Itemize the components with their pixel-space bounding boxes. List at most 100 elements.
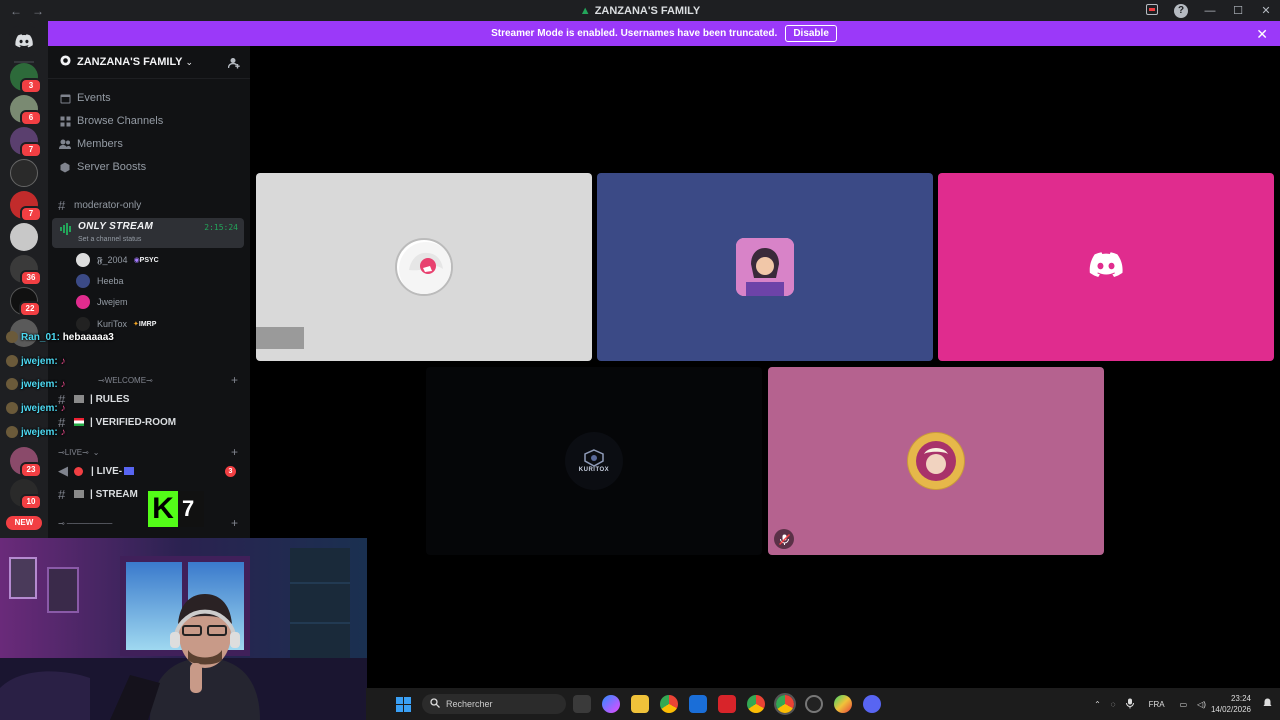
channel-status-prompt[interactable]: Set a channel status <box>78 236 141 243</box>
display-icon[interactable]: ▭ <box>1180 700 1188 709</box>
inbox-icon[interactable] <box>1138 3 1166 18</box>
server-badge-icon <box>60 53 71 71</box>
mic-icon[interactable] <box>1125 698 1134 711</box>
avatar <box>76 295 90 309</box>
language-indicator[interactable]: FRA <box>1149 700 1165 709</box>
menu-members[interactable]: Members <box>58 137 123 151</box>
clock-time: 23:24 <box>1230 694 1251 703</box>
channel-live[interactable]: ◀ | LIVE- 3 <box>58 462 242 480</box>
file-explorer-icon[interactable] <box>631 695 649 713</box>
notification-icon[interactable] <box>1263 698 1272 710</box>
category-live[interactable]: ⊸ LIVE ⊸ ⌄ + <box>58 445 242 459</box>
voice-user-3[interactable]: Jwejem <box>76 293 128 311</box>
server-icon-3[interactable]: 7 <box>10 127 42 158</box>
maximize-button[interactable]: ☐ <box>1224 4 1252 17</box>
menu-server-boosts[interactable]: Server Boosts <box>58 160 146 174</box>
chat-emote-icon: ♪ <box>60 378 66 390</box>
voice-channel-timer: 2:15:24 <box>204 223 238 232</box>
wps-icon[interactable] <box>718 695 736 713</box>
text-channel-icon: # <box>58 197 66 213</box>
chat-emote-icon: ♪ <box>60 355 66 367</box>
volume-icon[interactable]: ◁) <box>1197 700 1206 709</box>
app-icon-colorful[interactable] <box>834 695 852 713</box>
server-badge: 6 <box>20 110 42 126</box>
obs-icon[interactable] <box>805 695 823 713</box>
disable-button[interactable]: Disable <box>785 25 837 42</box>
forward-button[interactable]: → <box>32 4 44 18</box>
chat-overlay: Ran_01: hebaaaaa3 jwejem: ♪ jwejem: ♪ jw… <box>0 327 250 440</box>
add-channel-icon[interactable]: + <box>231 445 238 459</box>
calendar-icon <box>58 91 72 105</box>
minimize-button[interactable]: — <box>1196 5 1224 17</box>
channel-moderator-only[interactable]: # moderator-only <box>58 196 242 214</box>
chrome-icon-2[interactable] <box>747 695 765 713</box>
avatar <box>76 274 90 288</box>
live-emoji-icon <box>124 467 135 475</box>
discord-home-icon[interactable] <box>9 26 39 56</box>
menu-events[interactable]: Events <box>58 91 111 105</box>
chat-avatar <box>6 378 18 390</box>
server-icon-4[interactable] <box>10 159 38 187</box>
voice-activity-icon <box>60 222 72 240</box>
streamer-mode-banner: Streamer Mode is enabled. Usernames have… <box>48 21 1280 46</box>
windows-taskbar: Rechercher ⌃ ◌ FRA ▭ ◁) 23:24 14/02/2026 <box>366 688 1280 720</box>
search-icon <box>430 698 440 710</box>
title-bar: ← → ▲ ZANZANA'S FAMILY ? — ☐ ✕ <box>0 0 1280 21</box>
voice-tile-4[interactable]: KURITOX <box>426 367 762 555</box>
server-icon-1[interactable]: 3 <box>10 63 42 94</box>
server-header[interactable]: ZANZANA'S FAMILY ⌄ <box>48 46 250 79</box>
voice-tile-5[interactable] <box>768 367 1104 555</box>
help-icon[interactable]: ? <box>1174 3 1188 18</box>
discord-taskbar-icon[interactable] <box>863 695 881 713</box>
tray-expand-icon[interactable]: ⌃ <box>1094 700 1101 709</box>
k7-logo-letter: K <box>148 491 178 527</box>
chrome-icon[interactable] <box>660 695 678 713</box>
windows-start-icon[interactable] <box>396 697 411 717</box>
add-channel-icon[interactable]: + <box>231 516 238 530</box>
taskbar-clock[interactable]: 23:24 14/02/2026 <box>1211 693 1251 715</box>
voice-tile-3[interactable] <box>938 173 1274 361</box>
user-avatar <box>907 432 965 490</box>
window-controls: ? — ☐ ✕ <box>1138 0 1280 21</box>
network-icon[interactable]: ◌ <box>1111 700 1116 709</box>
voice-tile-1[interactable] <box>256 173 592 361</box>
close-window-button[interactable]: ✕ <box>1252 4 1280 17</box>
server-tree-icon: ▲ <box>579 4 591 17</box>
avatar <box>76 253 90 267</box>
chat-message: jwejem: ♪ <box>6 399 65 417</box>
chat-avatar <box>6 331 18 343</box>
add-user-icon[interactable] <box>227 56 240 74</box>
chat-avatar <box>6 355 18 367</box>
voice-channel-name: ONLY STREAM <box>78 221 154 232</box>
clock-date: 14/02/2026 <box>1210 705 1251 714</box>
task-view-icon[interactable] <box>573 695 591 713</box>
discord-default-avatar-icon <box>1089 251 1123 283</box>
server-icon-11[interactable]: 10 <box>10 479 42 510</box>
banner-close-icon[interactable]: ✕ <box>1256 26 1268 43</box>
voice-channel-only-stream[interactable]: ONLY STREAM 2:15:24 Set a channel status <box>52 218 244 248</box>
copilot-icon[interactable] <box>602 695 620 713</box>
voice-user-1[interactable]: 𝕱_2004 ◉PSYC <box>76 251 159 269</box>
voice-user-2[interactable]: Heeba <box>76 272 124 290</box>
voice-tile-2[interactable] <box>597 173 933 361</box>
taskbar-search[interactable]: Rechercher <box>422 694 566 714</box>
chrome-icon-3[interactable] <box>774 693 796 715</box>
server-icon-2[interactable]: 6 <box>10 95 42 126</box>
window-title: ▲ ZANZANA'S FAMILY <box>579 4 701 17</box>
text-channel-icon: # <box>58 486 66 502</box>
server-icon-5[interactable]: 7 <box>10 191 42 222</box>
menu-browse-channels[interactable]: Browse Channels <box>58 114 163 128</box>
nav-buttons: ← → <box>10 4 44 18</box>
server-icon-8[interactable]: 22 <box>10 287 41 317</box>
server-icon-10[interactable]: 23 <box>10 447 42 478</box>
chat-message: jwejem: ♪ <box>6 375 65 393</box>
app-icon-blue[interactable] <box>689 695 707 713</box>
chat-emote-icon: ♪ <box>60 402 66 414</box>
server-icon-6[interactable] <box>10 223 38 251</box>
app-root: ← → ▲ ZANZANA'S FAMILY ? — ☐ ✕ 3 6 7 7 36… <box>0 0 1280 720</box>
back-button[interactable]: ← <box>10 4 22 18</box>
server-badge: 22 <box>19 301 41 317</box>
chat-emote-icon: ♪ <box>60 426 66 438</box>
speaker-icon: ◀ <box>58 463 68 478</box>
server-icon-7[interactable]: 36 <box>10 255 42 286</box>
